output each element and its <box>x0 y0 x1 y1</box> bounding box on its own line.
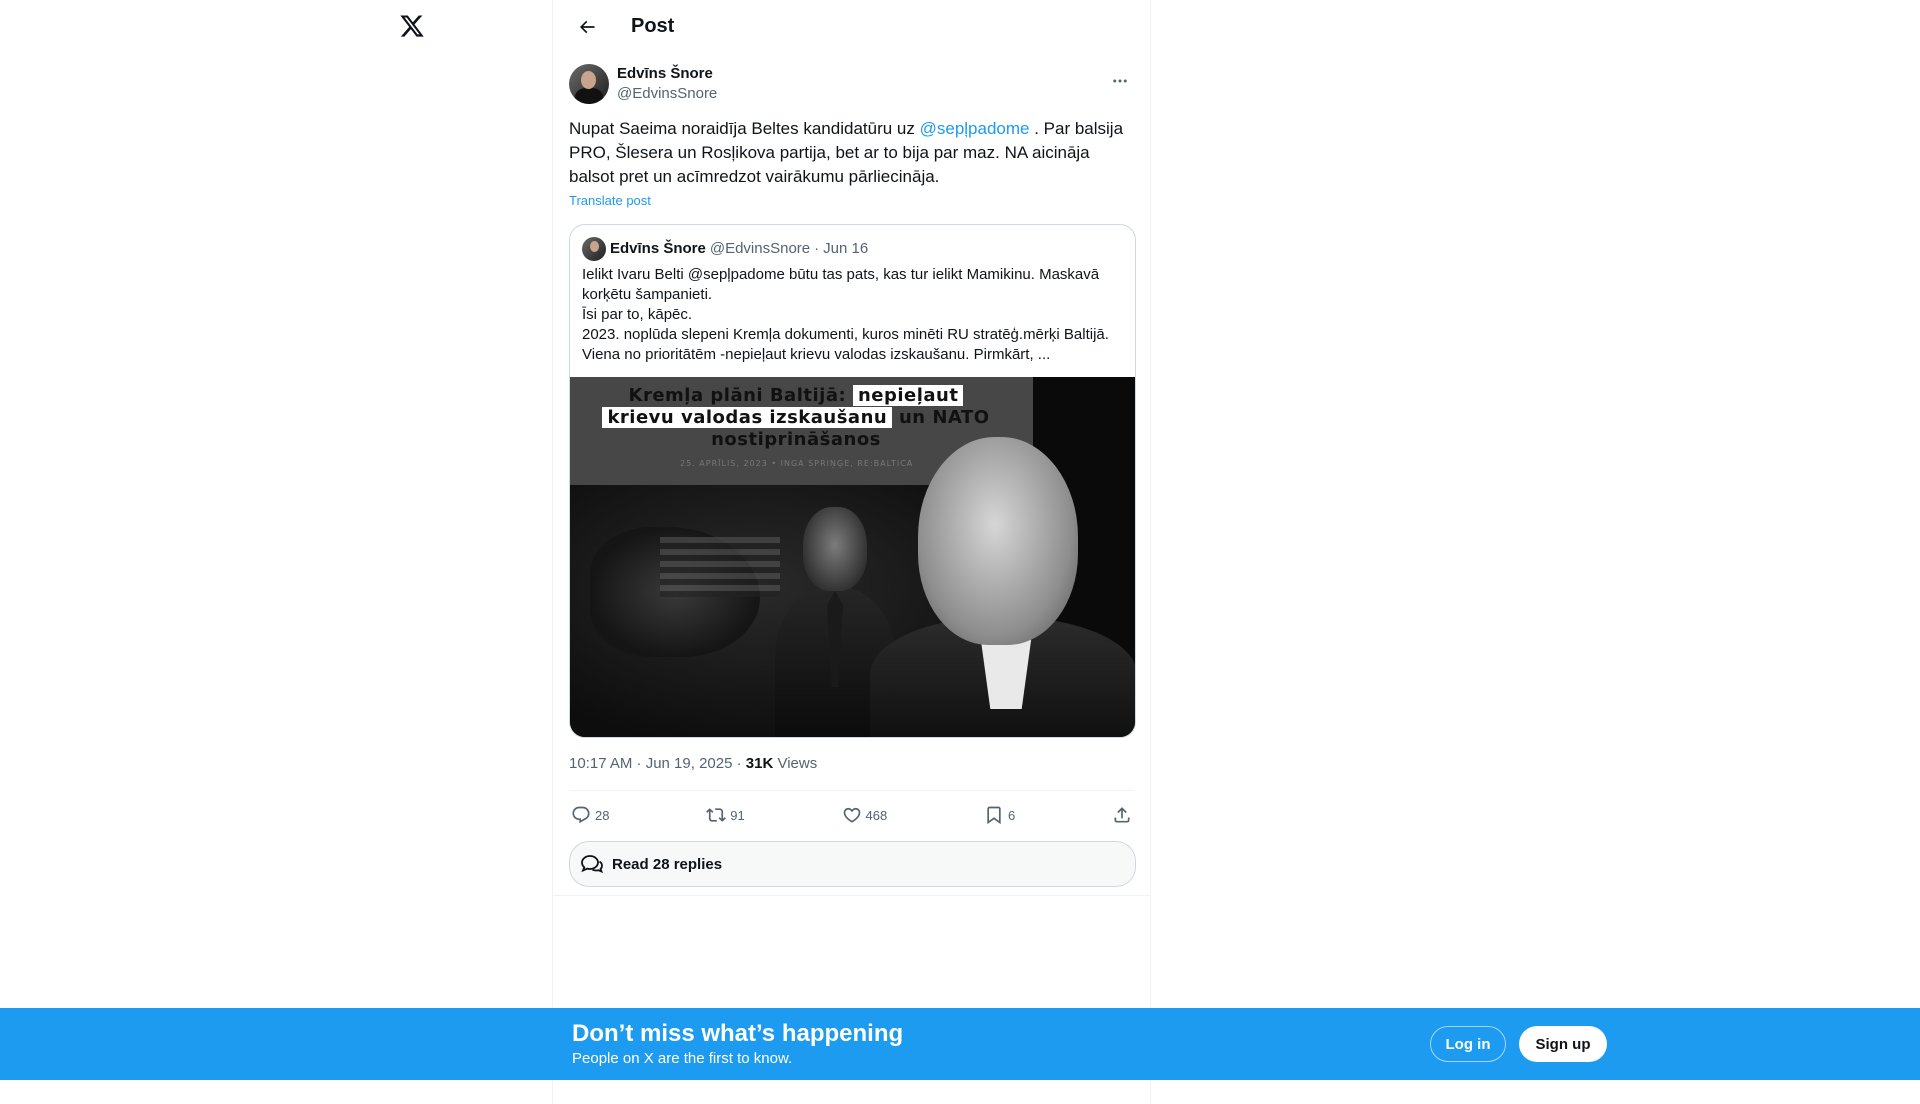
repost-icon <box>706 808 727 822</box>
quote-image[interactable]: Kremļa plāni Baltijā: nepieļaut krievu v… <box>570 377 1135 737</box>
author-name[interactable]: Edvīns Šnore <box>617 64 717 84</box>
banner-subtitle: People on X are the first to know. <box>572 1050 793 1067</box>
quote-author-handle: @EdvinsSnore <box>709 240 811 257</box>
quoted-post[interactable]: Edvīns Šnore @EdvinsSnore · Jun 16 Ielik… <box>569 224 1136 738</box>
avatar[interactable] <box>569 64 609 104</box>
reply-count: 28 <box>595 807 610 823</box>
repost-button[interactable]: 91 <box>706 805 745 825</box>
repost-count: 91 <box>730 807 745 823</box>
read-replies-label: Read 28 replies <box>612 855 723 873</box>
banner-title: Don’t miss what’s happening <box>572 1020 904 1047</box>
image-headline-text: Kremļa plāni Baltijā: <box>628 385 853 406</box>
x-logo-icon[interactable] <box>398 12 426 40</box>
quote-date: Jun 16 <box>823 240 869 257</box>
reply-button[interactable]: 28 <box>571 805 609 825</box>
quote-separator: · <box>814 240 820 257</box>
mention-link[interactable]: @sepļpadome <box>920 119 1030 138</box>
bookmark-count: 6 <box>1007 807 1016 823</box>
main-column: Post Edvīns Šnore @EdvinsSnore Nupat Sae… <box>552 0 1151 1104</box>
reply-icon <box>572 806 590 824</box>
post-text: Nupat Saeima noraidīja Beltes kandidatūr… <box>569 117 1135 189</box>
back-arrow-icon[interactable] <box>569 9 605 45</box>
bookmark-button[interactable]: 6 <box>984 805 1015 825</box>
post: Edvīns Šnore @EdvinsSnore Nupat Saeima n… <box>553 63 1150 896</box>
post-text-part: Nupat Saeima noraidīja Beltes kandidatūr… <box>569 119 920 138</box>
image-headline-text: un NATO <box>892 407 990 428</box>
login-button[interactable]: Log in <box>1430 1026 1506 1062</box>
like-icon <box>843 807 860 823</box>
translate-post-link[interactable]: Translate post <box>569 193 651 208</box>
share-button[interactable] <box>1112 805 1132 825</box>
author-row: Edvīns Šnore @EdvinsSnore <box>569 63 1134 105</box>
image-right-figure <box>870 437 1135 737</box>
like-button[interactable]: 468 <box>842 805 888 825</box>
image-byline: 25. APRĪLIS, 2023 • INGA SPRIŅĢE, RE:BAL… <box>680 459 914 468</box>
quote-text: Ielikt Ivaru Belti @sepļpadome būtu tas … <box>582 266 1109 363</box>
quote-avatar <box>582 237 606 261</box>
timestamp-text[interactable]: 10:17 AM · Jun 19, 2025 · <box>569 755 746 772</box>
post-timestamp: 10:17 AM · Jun 19, 2025 · 31K Views <box>569 754 1134 774</box>
chat-bubbles-icon <box>578 850 606 878</box>
divider <box>553 895 1150 896</box>
page-header: Post <box>553 0 1150 53</box>
like-count: 468 <box>865 807 888 823</box>
signup-button[interactable]: Sign up <box>1519 1026 1607 1062</box>
page-title: Post <box>631 15 675 37</box>
signup-banner: Don’t miss what’s happening People on X … <box>0 1008 1920 1080</box>
read-replies-button[interactable]: Read 28 replies <box>569 841 1136 887</box>
image-headline-highlight: krievu valodas izskaušanu <box>602 407 893 428</box>
more-icon[interactable] <box>1106 67 1134 95</box>
action-bar: 28 91 468 6 <box>569 791 1134 839</box>
author-handle[interactable]: @EdvinsSnore <box>617 84 717 104</box>
views-label: Views <box>773 755 818 772</box>
image-headline: Kremļa plāni Baltijā: nepieļaut krievu v… <box>576 385 1016 451</box>
share-icon <box>1114 807 1130 823</box>
image-flag-shape <box>660 537 780 597</box>
image-headline-highlight: nepieļaut <box>852 385 964 406</box>
bookmark-icon <box>987 806 1001 825</box>
quote-author-name: Edvīns Šnore <box>610 240 706 257</box>
quote-header: Edvīns Šnore @EdvinsSnore · Jun 16 <box>570 225 1135 261</box>
image-headline-text: nostiprināšanos <box>711 429 881 450</box>
views-count: 31K <box>745 755 774 772</box>
